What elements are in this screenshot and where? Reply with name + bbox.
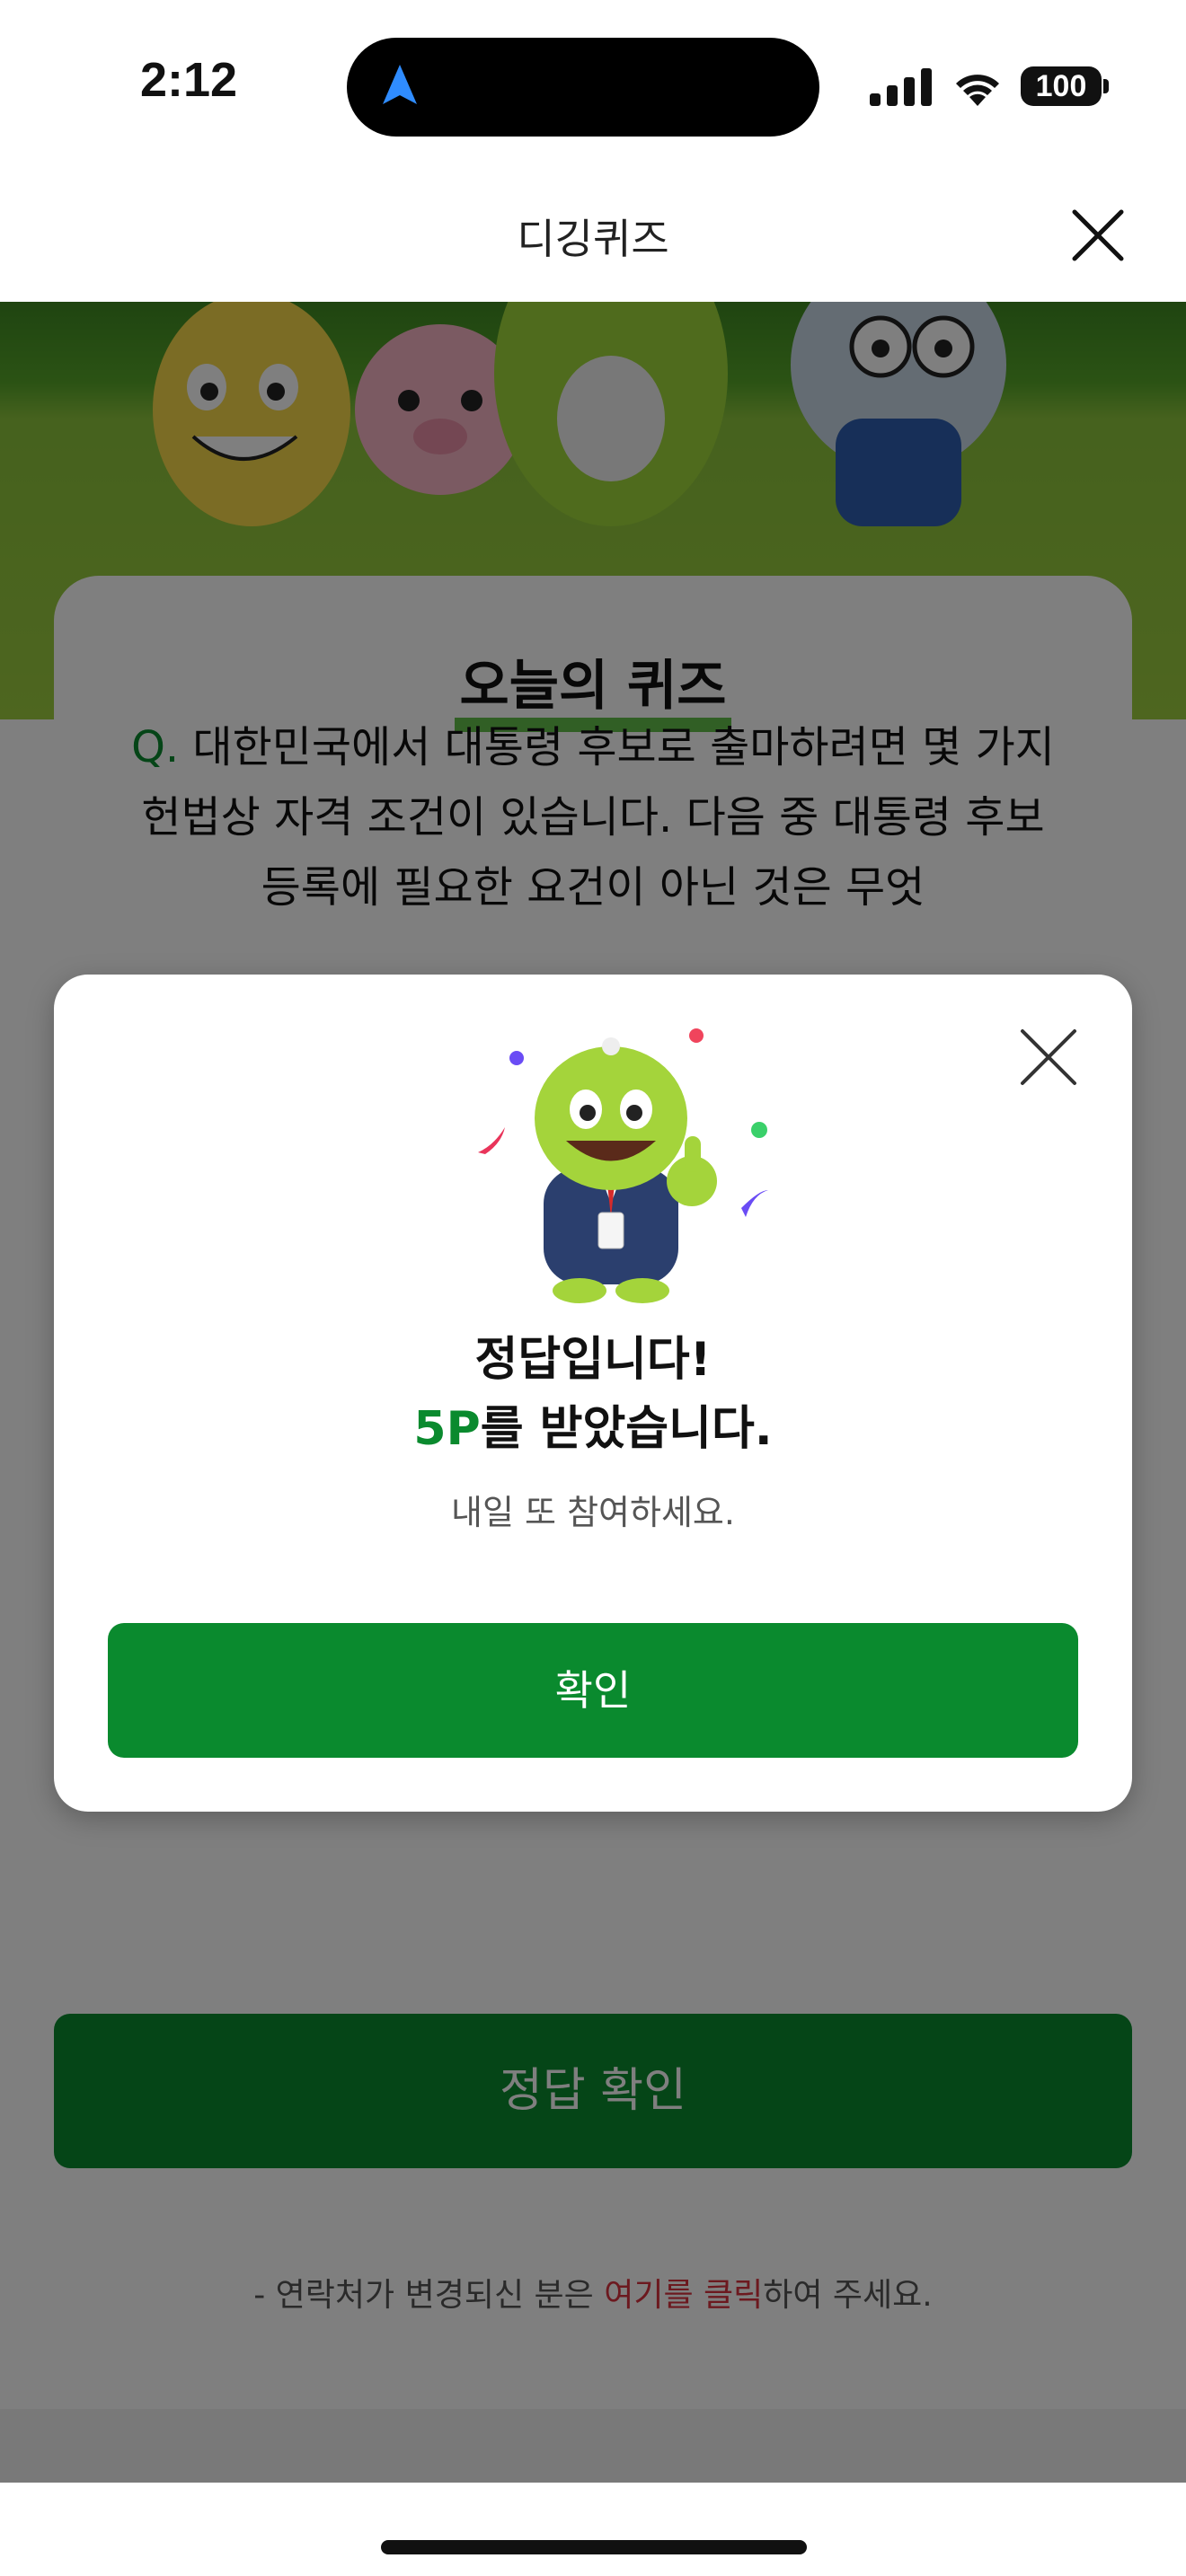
confirm-button[interactable]: 확인 — [108, 1623, 1078, 1758]
modal-close-icon[interactable] — [1015, 1024, 1082, 1090]
nav-header: 디깅퀴즈 — [0, 171, 1186, 303]
home-bar — [0, 2483, 1186, 2576]
modal-points-message: 5P를 받았습니다. — [413, 1402, 773, 1456]
dynamic-island — [347, 38, 819, 137]
battery-cap — [1103, 79, 1109, 93]
battery-indicator: 100 — [1021, 66, 1102, 106]
close-icon[interactable] — [1069, 207, 1127, 264]
wifi-icon — [956, 75, 999, 106]
home-indicator[interactable] — [381, 2540, 807, 2554]
modal-title: 정답입니다! — [474, 1333, 712, 1387]
status-bar: 2:12 100 — [0, 0, 1186, 171]
cellular-signal-icon — [870, 68, 932, 106]
points-value: 5P — [413, 1402, 481, 1456]
result-modal: 정답입니다! 5P를 받았습니다. 내일 또 참여하세요. 확인 — [54, 975, 1132, 1812]
status-time: 2:12 — [140, 53, 238, 107]
celebrating-mascot-image — [478, 1028, 768, 1303]
modal-description: 내일 또 참여하세요. — [451, 1493, 735, 1532]
location-arrow-icon — [383, 65, 417, 104]
page-title: 디깅퀴즈 — [517, 215, 669, 263]
